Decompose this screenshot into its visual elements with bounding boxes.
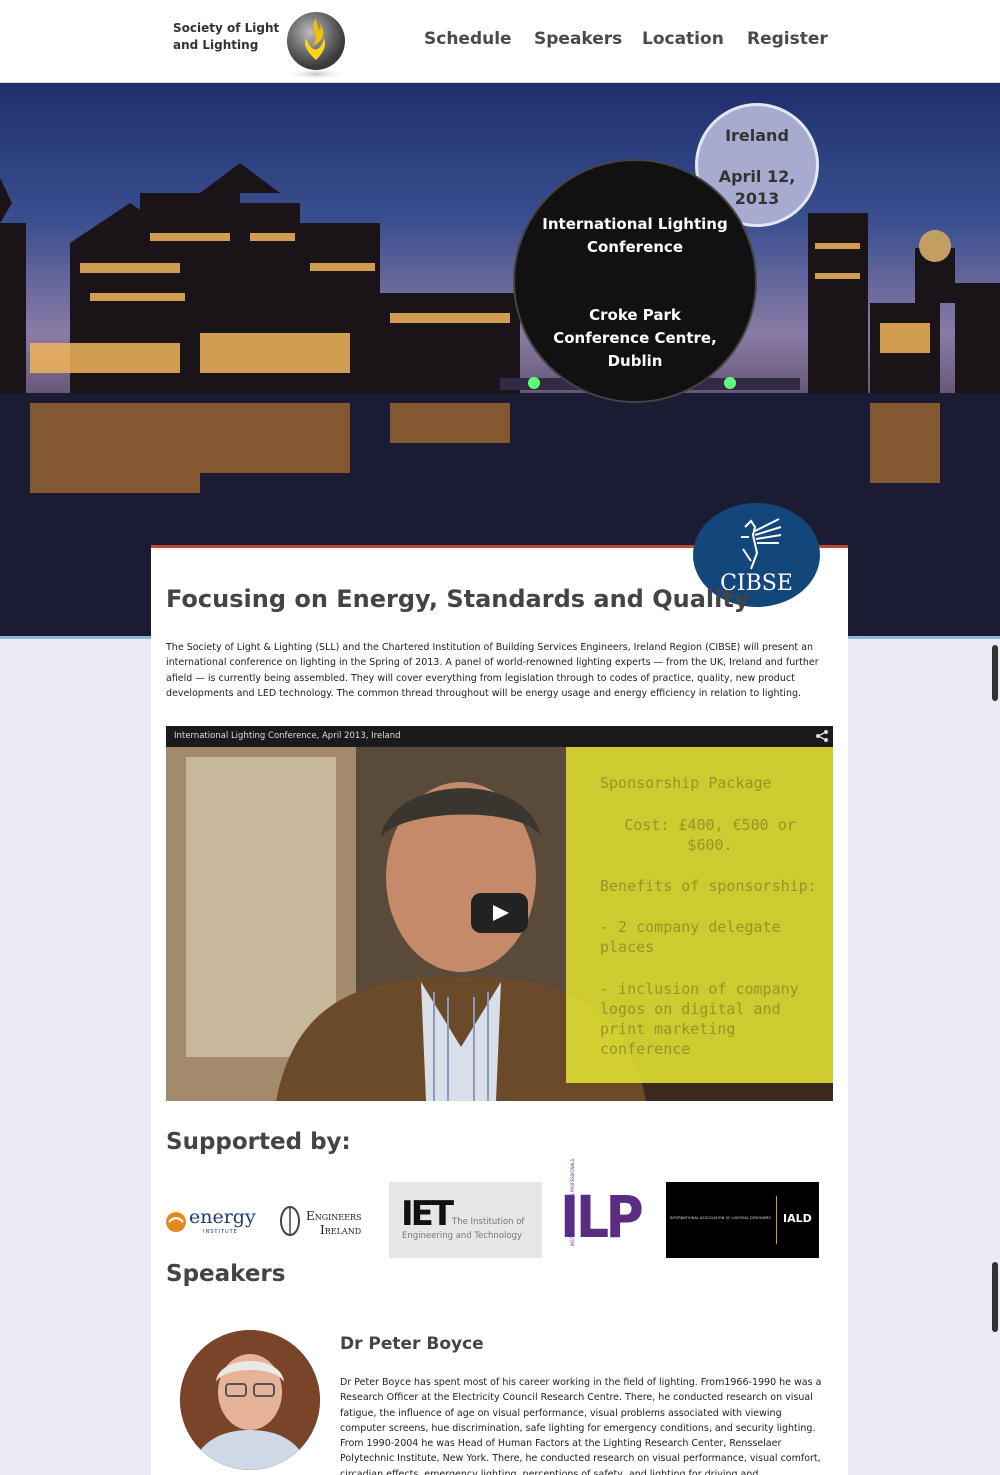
- energy-swirl-icon: [166, 1212, 186, 1232]
- nav-register[interactable]: Register: [747, 29, 828, 49]
- sponsor-heading: Sponsorship Package: [600, 774, 772, 792]
- sponsor-benefit-item: - inclusion of company logos on digital …: [600, 980, 799, 1058]
- speaker-bio: Dr Peter Boyce has spent most of his car…: [340, 1377, 822, 1475]
- iet-subtitle-1: The Institution of: [452, 1217, 525, 1227]
- intro-paragraph: The Society of Light & Lighting (SLL) an…: [166, 642, 819, 699]
- ilp-vertical-text: INSTITUTION OF LIGHTING PROFESSIONALS: [570, 1158, 575, 1246]
- energy-wordmark: energy: [189, 1206, 256, 1228]
- iet-logo[interactable]: IET The Institution of Engineering and T…: [389, 1182, 542, 1258]
- iald-wordmark: IALD: [783, 1212, 812, 1225]
- sponsor-cost: Cost: £400, €500 or $600.: [624, 816, 796, 854]
- scrollbar-thumb[interactable]: [992, 1262, 998, 1332]
- speaker-portrait-image: [180, 1330, 320, 1470]
- sponsor-benefit-item: - 2 company delegate places: [600, 918, 781, 956]
- speakers-heading: Speakers: [166, 1261, 286, 1287]
- video-title-bar: International Lighting Conference, April…: [166, 726, 833, 747]
- engineers-ireland-logo[interactable]: Engineers Ireland: [278, 1203, 378, 1239]
- sponsorship-overlay: Sponsorship Package Cost: £400, €500 or …: [566, 747, 833, 1083]
- ilp-logo[interactable]: ILP INSTITUTION OF LIGHTING PROFESSIONAL…: [560, 1158, 650, 1252]
- energy-subtitle: INSTITUTE: [203, 1229, 238, 1235]
- energy-institute-logo[interactable]: energy INSTITUTE: [163, 1206, 263, 1236]
- share-icon[interactable]: [815, 729, 829, 743]
- iald-full-name: INTERNATIONAL ASSOCIATION OF LIGHTING DE…: [670, 1216, 771, 1220]
- engineers-ireland-wordmark: Engineers Ireland: [306, 1209, 362, 1237]
- flame-logo-icon[interactable]: [282, 8, 350, 82]
- sponsor-benefits-label: Benefits of sponsorship:: [600, 877, 817, 895]
- scrollbar-thumb[interactable]: [992, 645, 998, 701]
- speaker-name[interactable]: Dr Peter Boyce: [340, 1334, 484, 1354]
- section-heading: Focusing on Energy, Standards and Qualit…: [166, 585, 750, 613]
- event-country: Ireland: [725, 126, 789, 145]
- iet-subtitle-2: Engineering and Technology: [402, 1231, 523, 1241]
- brand-line-2: and Lighting: [173, 38, 259, 52]
- ireland-line: Ireland: [320, 1223, 362, 1237]
- nav-location[interactable]: Location: [642, 29, 724, 49]
- iald-divider: [776, 1196, 777, 1244]
- griffin-icon: [741, 518, 782, 570]
- video-title[interactable]: International Lighting Conference, April…: [174, 731, 401, 741]
- conference-title: International Lighting Conference: [542, 215, 728, 256]
- engineers-line: Engineers: [306, 1209, 362, 1223]
- nav-schedule[interactable]: Schedule: [424, 29, 512, 49]
- video-player[interactable]: International Lighting Conference, April…: [166, 726, 833, 1101]
- brand-line-1: Society of Light: [173, 21, 280, 35]
- conference-venue: Croke Park Conference Centre, Dublin: [553, 306, 717, 370]
- play-icon: [493, 905, 509, 921]
- conference-badge: International Lighting Conference Croke …: [513, 159, 757, 403]
- harp-icon: [280, 1206, 300, 1236]
- nav-speakers[interactable]: Speakers: [534, 29, 622, 49]
- supported-by-heading: Supported by:: [166, 1129, 351, 1155]
- speaker-avatar[interactable]: [180, 1330, 320, 1470]
- iet-wordmark: IET: [401, 1194, 454, 1234]
- top-navbar: Society of Light and Lighting Schedule S…: [0, 0, 1000, 83]
- play-button[interactable]: [471, 893, 528, 933]
- iald-logo[interactable]: INTERNATIONAL ASSOCIATION OF LIGHTING DE…: [666, 1182, 819, 1258]
- brand-name[interactable]: Society of Light and Lighting: [173, 20, 279, 54]
